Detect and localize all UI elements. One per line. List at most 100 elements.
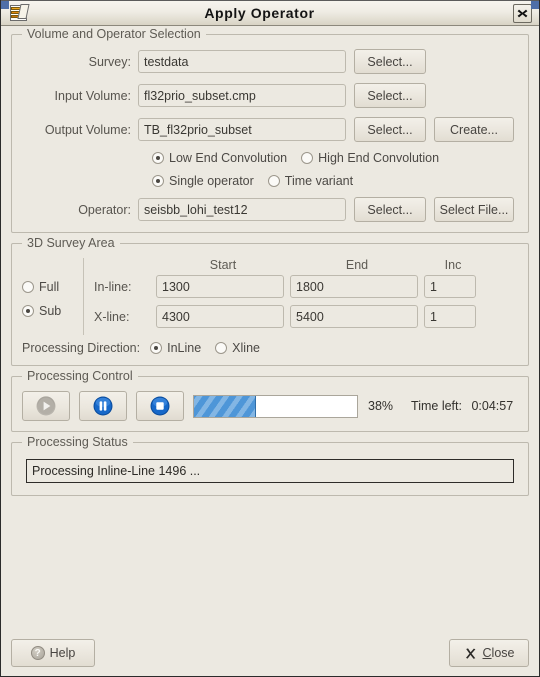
volume-operator-legend: Volume and Operator Selection xyxy=(22,27,206,41)
radio-dot-icon xyxy=(152,152,164,164)
time-left-text: Time left: xyxy=(411,399,462,413)
xline-start-input[interactable] xyxy=(156,305,284,328)
radio-direction-xline[interactable]: Xline xyxy=(215,341,260,355)
play-icon xyxy=(36,396,56,416)
operator-select-file-button[interactable]: Select File... xyxy=(434,197,514,222)
survey-select-button[interactable]: Select... xyxy=(354,49,426,74)
stop-button[interactable] xyxy=(136,391,184,421)
output-volume-label: Output Volume: xyxy=(44,122,131,137)
processing-status-group: Processing Status Processing Inline-Line… xyxy=(11,435,529,496)
inline-start-input[interactable] xyxy=(156,275,284,298)
progress-bar xyxy=(193,394,358,418)
survey-row: Survey: Select... xyxy=(22,49,518,74)
inline-end-input[interactable] xyxy=(290,275,418,298)
progress-percent-label: 38% xyxy=(368,399,394,413)
input-volume-select-button[interactable]: Select... xyxy=(354,83,426,108)
column-header-inc: Inc xyxy=(444,258,462,272)
x-mark-icon xyxy=(465,647,475,659)
window-title: Apply Operator xyxy=(204,5,315,21)
inline-label: In-line: xyxy=(94,279,132,294)
dialog-footer: ? Help Close xyxy=(11,639,529,667)
time-left-label: Time left: 0:04:57 xyxy=(411,399,513,413)
radio-sub-survey-label: Sub xyxy=(39,304,62,318)
title-bar: Apply Operator xyxy=(1,0,539,26)
output-volume-select-button[interactable]: Select... xyxy=(354,117,426,142)
inline-range-row: In-line: xyxy=(94,275,518,298)
radio-dot-icon xyxy=(301,152,314,164)
processing-direction-label: Processing Direction: xyxy=(22,341,141,355)
dialog-body: Volume and Operator Selection Survey: Se… xyxy=(1,26,539,677)
radio-dot-icon xyxy=(267,175,280,187)
xline-label: X-line: xyxy=(94,309,130,324)
operator-label: Operator: xyxy=(78,202,131,217)
processing-status-legend: Processing Status xyxy=(22,435,133,449)
column-header-start: Start xyxy=(209,258,237,272)
radio-low-end-convolution-label: Low End Convolution xyxy=(169,151,288,165)
operator-row: Operator: Select... Select File... xyxy=(22,197,518,222)
operator-mode-radio-row: Single operator Time variant xyxy=(22,174,518,188)
radio-high-end-convolution-label: High End Convolution xyxy=(318,151,440,165)
convolution-radio-row: Low End Convolution High End Convolution xyxy=(22,151,518,165)
radio-full-survey[interactable]: Full xyxy=(22,280,59,294)
input-volume-label: Input Volume: xyxy=(54,88,131,103)
pause-button[interactable] xyxy=(79,391,127,421)
processing-control-group: Processing Control 38% Time left: 0:04:5… xyxy=(11,369,529,432)
survey-input[interactable] xyxy=(138,50,346,73)
processing-status-message: Processing Inline-Line 1496 ... xyxy=(26,459,514,483)
help-button-label: Help xyxy=(49,646,76,660)
survey-area-group: 3D Survey Area Full Sub Start End Inc In… xyxy=(11,236,529,366)
close-button-mnemonic: C xyxy=(482,646,492,660)
survey-label: Survey: xyxy=(88,54,131,69)
radio-high-end-convolution[interactable]: High End Convolution xyxy=(301,151,439,165)
processing-control-legend: Processing Control xyxy=(22,369,138,383)
radio-dot-icon xyxy=(150,342,163,354)
column-header-end: End xyxy=(345,258,369,272)
inline-inc-input[interactable] xyxy=(424,275,476,298)
survey-extent-radios: Full Sub xyxy=(22,258,84,335)
help-button[interactable]: ? Help xyxy=(11,639,95,667)
stop-icon xyxy=(150,396,170,416)
volume-operator-group: Volume and Operator Selection Survey: Se… xyxy=(11,27,529,233)
survey-area-content: Full Sub Start End Inc In-line: 1300 180… xyxy=(22,258,518,335)
radio-time-variant[interactable]: Time variant xyxy=(267,174,354,188)
xline-inc-input[interactable] xyxy=(424,305,476,328)
volume-stack-icon xyxy=(8,2,30,24)
radio-dot-icon xyxy=(22,281,34,293)
close-icon xyxy=(517,9,528,17)
play-button[interactable] xyxy=(22,391,70,421)
processing-control-row: 38% Time left: 0:04:57 xyxy=(22,391,518,421)
survey-area-legend: 3D Survey Area xyxy=(22,236,120,250)
radio-direction-inline-label: InLine xyxy=(167,341,202,355)
radio-direction-xline-label: Xline xyxy=(232,341,260,355)
radio-sub-survey[interactable]: Sub xyxy=(22,304,61,318)
radio-dot-icon xyxy=(215,342,228,354)
radio-time-variant-label: Time variant xyxy=(284,174,354,188)
time-left-value: 0:04:57 xyxy=(471,399,514,413)
operator-select-button[interactable]: Select... xyxy=(354,197,426,222)
processing-direction-row: Processing Direction: InLine Xline xyxy=(22,341,518,355)
survey-field-grid: Start End Inc In-line: X-line: xyxy=(94,258,518,335)
radio-single-operator-label: Single operator xyxy=(169,174,254,188)
radio-single-operator[interactable]: Single operator xyxy=(152,174,254,188)
close-button-label: Close xyxy=(483,646,515,660)
radio-low-end-convolution[interactable]: Low End Convolution xyxy=(152,151,287,165)
question-mark-icon: ? xyxy=(30,646,45,660)
radio-full-survey-label: Full xyxy=(39,280,60,294)
survey-column-headers: Start End Inc xyxy=(94,258,518,272)
operator-input[interactable] xyxy=(138,198,346,221)
radio-direction-inline[interactable]: InLine xyxy=(150,341,201,355)
output-volume-row: Output Volume: Select... Create... xyxy=(22,117,518,142)
xline-range-row: X-line: xyxy=(94,305,518,328)
progress-bar-fill xyxy=(194,395,256,417)
radio-dot-icon xyxy=(152,175,164,187)
xline-end-input[interactable] xyxy=(290,305,418,328)
close-button[interactable]: Close xyxy=(449,639,529,667)
output-volume-create-button[interactable]: Create... xyxy=(434,117,514,142)
input-volume-input[interactable] xyxy=(138,84,346,107)
pause-icon xyxy=(93,396,113,416)
radio-dot-icon xyxy=(22,305,34,317)
output-volume-input[interactable] xyxy=(138,118,346,141)
close-button-rest: lose xyxy=(491,646,515,660)
window-close-button[interactable] xyxy=(513,3,532,23)
apply-operator-dialog: Apply Operator Volume and Operator Selec… xyxy=(0,0,540,677)
